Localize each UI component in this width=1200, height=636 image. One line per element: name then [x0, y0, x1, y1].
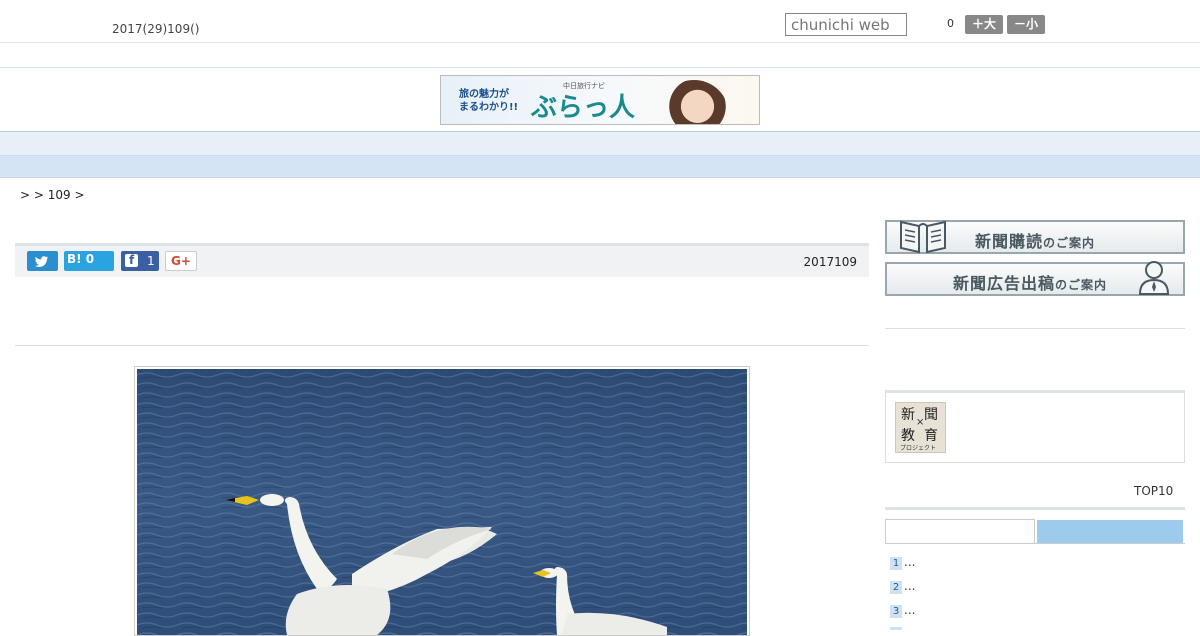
banner-tagline: 旅の魅力が まるわかり!!: [459, 88, 518, 114]
facebook-icon: f: [125, 253, 138, 267]
google-plus-icon: G+: [171, 254, 191, 268]
travel-banner-ad[interactable]: 旅の魅力が まるわかり!! 中日旅行ナビ ぶらっ人: [440, 75, 760, 125]
newspaper-education-box[interactable]: 新 聞 教 育 × プロジェクト: [885, 390, 1185, 463]
sub-nav: [0, 156, 1200, 178]
breadcrumb: > > 109 >: [20, 188, 85, 202]
ranking-item[interactable]: 1...: [890, 555, 915, 570]
current-date: 2017(29)109(): [112, 22, 200, 36]
newspaper-subscription-button[interactable]: 新聞購読のご案内: [885, 220, 1185, 254]
edu-logo-sub: プロジェクト: [900, 445, 937, 452]
newspaper-advertising-button[interactable]: 新聞広告出稿のご案内: [885, 261, 1185, 296]
hatena-label: B! 0: [67, 252, 95, 266]
edu-logo-char-2: 聞: [924, 407, 938, 423]
twitter-bird-icon: [35, 256, 49, 267]
ranking-tab-1[interactable]: [885, 519, 1035, 543]
global-nav: [0, 131, 1200, 156]
businessman-icon: [1138, 261, 1170, 295]
facebook-count: 1: [147, 254, 155, 268]
banner-brand: ぶらっ人: [531, 93, 636, 123]
google-plus-button[interactable]: G+: [165, 251, 197, 271]
font-larger-button[interactable]: ＋大: [965, 15, 1003, 34]
edu-logo-cross: ×: [916, 417, 925, 428]
top-bar: 2017(29)109() 0 ＋大 －小: [0, 0, 1200, 43]
subscribe-small: のご案内: [1043, 236, 1096, 250]
font-smaller-button[interactable]: －小: [1007, 15, 1045, 34]
share-bar: B! 0 f 1 G+ 2017109: [15, 243, 869, 277]
ranking-item[interactable]: 2...: [890, 579, 915, 594]
banner-line2: まるわかり!!: [459, 102, 519, 113]
open-book-icon: [900, 220, 946, 254]
ranking-item[interactable]: 3...: [890, 603, 915, 618]
facebook-share-button[interactable]: f 1: [121, 251, 159, 271]
banner-model-image: [659, 80, 729, 124]
rank-text: ...: [904, 579, 916, 593]
subscribe-main: 新聞購読: [975, 232, 1044, 251]
edu-logo-char-1: 新: [901, 407, 915, 423]
article-photo[interactable]: [134, 366, 750, 636]
sidebar-divider: [885, 328, 1185, 329]
advertising-label: 新聞広告出稿のご案内: [953, 270, 1107, 294]
header-band: [0, 43, 1200, 68]
divider: [15, 345, 869, 346]
edu-logo-char-3: 教: [901, 428, 915, 444]
search-input[interactable]: [785, 13, 907, 36]
rank-number: 3: [890, 605, 902, 618]
swans-photo-image: [137, 369, 747, 635]
counter-value: 0: [947, 17, 954, 30]
subscribe-label: 新聞購読のご案内: [975, 228, 1095, 252]
newspaper-education-logo: 新 聞 教 育 × プロジェクト: [895, 402, 946, 453]
hatena-bookmark-button[interactable]: B! 0: [64, 251, 114, 271]
ranking-tab-line: [885, 543, 1185, 544]
advertising-small: のご案内: [1055, 278, 1108, 292]
rank-text: ...: [904, 603, 916, 617]
edu-logo-char-4: 育: [924, 428, 938, 444]
top10-heading: TOP10: [1134, 484, 1174, 498]
rank-number: 2: [890, 581, 902, 594]
rank-text: ...: [904, 555, 916, 569]
advertising-main: 新聞広告出稿: [953, 274, 1056, 293]
ranking-tab-2[interactable]: [1037, 520, 1183, 543]
article-date: 2017109: [803, 255, 857, 269]
top10-rule: [885, 507, 1185, 510]
banner-line1: 旅の魅力が: [459, 89, 509, 100]
rank-number: 1: [890, 557, 902, 570]
twitter-share-button[interactable]: [27, 251, 58, 271]
